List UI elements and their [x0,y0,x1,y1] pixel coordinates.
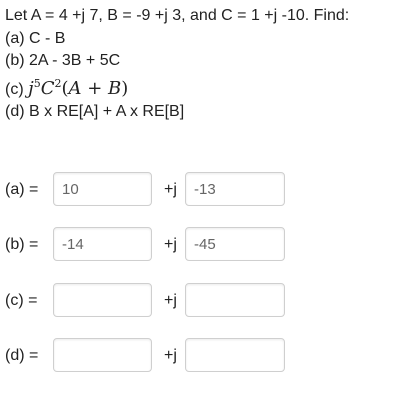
plus-j-label-c: +j [164,292,177,309]
plus-j-label-d: +j [164,347,177,364]
part-a-question: (a) C - B [5,29,66,47]
problem-statement: Let A = 4 +j 7, B = -9 +j 3, and C = 1 +… [5,5,349,124]
answer-row-b: (b) = +j [5,227,397,265]
plus-j-label-b: +j [164,236,177,253]
answer-label-c: (c) = [5,292,38,309]
part-c-question: (c) j5C2(A + B) [5,73,349,102]
answer-a-imag-input[interactable] [185,172,285,206]
answer-a-real-input[interactable] [53,172,152,206]
answer-b-real-input[interactable] [53,227,152,261]
problem-intro: Let A = 4 +j 7, B = -9 +j 3, and C = 1 +… [5,7,350,24]
answer-label-d: (d) = [5,347,39,364]
answer-c-real-input[interactable] [53,283,152,317]
answer-d-real-input[interactable] [53,338,152,372]
part-c-label: (c) [5,80,24,98]
answer-b-imag-input[interactable] [185,227,285,261]
answer-c-imag-input[interactable] [185,283,285,317]
answer-d-imag-input[interactable] [185,338,285,372]
part-d-question: (d) B x RE[A] + A x RE[B] [5,103,185,120]
part-b-question: (b) 2A - 3B + 5C [5,52,121,69]
answer-row-d: (d) = +j [5,338,397,376]
plus-j-label-a: +j [164,181,177,198]
answer-row-a: (a) = +j [5,172,397,210]
answer-label-a: (a) = [5,181,39,198]
part-c-expression: j5C2(A + B) [28,76,129,99]
answer-row-c: (c) = +j [5,283,397,321]
answer-label-b: (b) = [5,236,39,253]
